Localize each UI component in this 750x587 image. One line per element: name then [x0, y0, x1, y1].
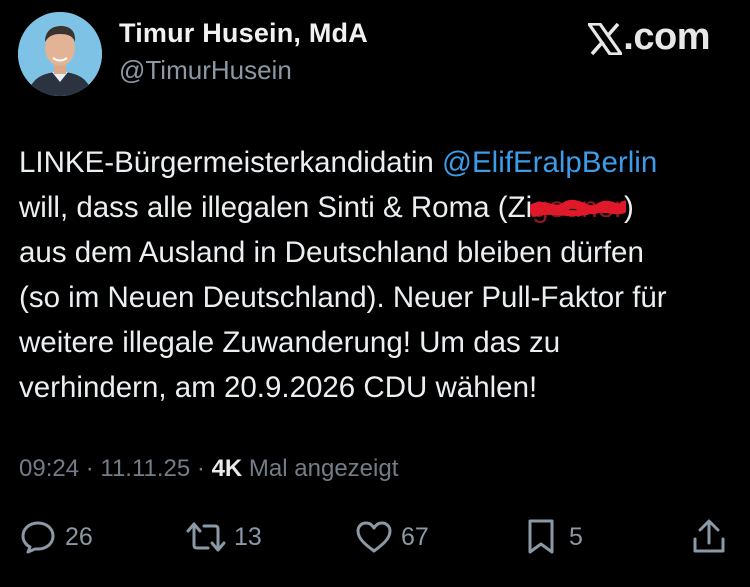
tweet-line-6: verhindern, am 20.9.2026 CDU wählen! [19, 371, 538, 404]
avatar-portrait [18, 12, 102, 96]
views-count: 4K [211, 455, 243, 482]
x-logo-icon [588, 23, 623, 55]
share-icon [693, 519, 725, 553]
like-button[interactable]: 67 [356, 512, 429, 562]
repost-count: 13 [234, 522, 262, 551]
author-handle[interactable]: @TimurHusein [119, 55, 292, 86]
action-bar: 26 13 67 5 [0, 512, 750, 562]
red-scribble-icon [530, 199, 627, 217]
bookmark-count: 5 [569, 522, 583, 551]
repost-button[interactable]: 13 [186, 512, 262, 562]
tweet-line-5: weitere illegale Zuwanderung! Um das zu [19, 326, 561, 359]
tweet-time[interactable]: 09:24 [19, 455, 79, 482]
reply-button[interactable]: 26 [20, 512, 93, 562]
like-count: 67 [401, 522, 429, 551]
censored-word: geuner [530, 185, 627, 230]
tweet-line-3: aus dem Ausland in Deutschland bleiben d… [19, 236, 644, 269]
mention-link[interactable]: @ElifEralpBerlin [442, 146, 657, 179]
tweet-text-segment: will, dass alle illegalen Sinti & Roma (… [19, 191, 533, 224]
reply-icon [21, 521, 55, 554]
tweet-text-segment: LINKE-Bürgermeisterkandidatin [19, 146, 443, 179]
tweet-date[interactable]: 11.11.25 [100, 455, 190, 482]
views-label: Mal angezeigt [242, 455, 399, 482]
tweet-line-1: LINKE-Bürgermeisterkandidatin @ElifEralp… [19, 140, 734, 185]
bookmark-icon [528, 519, 554, 554]
meta-separator: · [190, 455, 212, 482]
author-display-name[interactable]: Timur Husein, MdA [119, 18, 368, 49]
heart-icon [356, 521, 392, 553]
meta-separator: · [79, 455, 101, 482]
bookmark-button[interactable]: 5 [527, 512, 583, 562]
tweet-line-2: will, dass alle illegalen Sinti & Roma (… [19, 185, 734, 230]
share-button[interactable] [692, 512, 726, 562]
brand-domain: .com [623, 16, 710, 58]
repost-icon [186, 522, 226, 552]
tweet-meta: 09:24 · 11.11.25 · 4K Mal angezeigt [19, 455, 398, 483]
tweet-text: LINKE-Bürgermeisterkandidatin @ElifEralp… [19, 140, 734, 410]
reply-count: 26 [65, 522, 93, 551]
tweet-line-4: (so im Neuen Deutschland). Neuer Pull-Fa… [19, 281, 667, 314]
author-avatar[interactable] [18, 12, 102, 96]
x-brand-logo: .com [588, 16, 710, 59]
